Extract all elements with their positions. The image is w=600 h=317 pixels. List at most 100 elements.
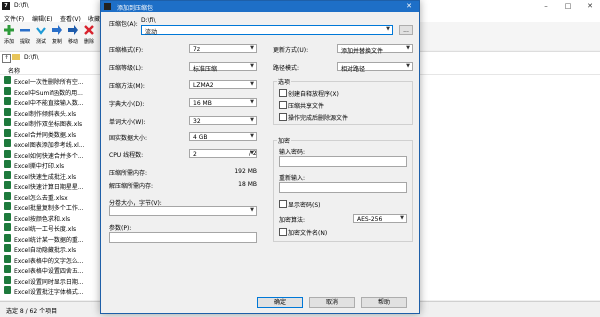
move-button[interactable]: 移动 xyxy=(66,25,80,45)
excel-file-icon xyxy=(4,149,11,158)
excel-file-icon xyxy=(4,97,11,105)
solid-block-label: 固实数据大小: xyxy=(109,135,148,142)
file-list-item[interactable]: Excel怎么去重.xlsx xyxy=(4,191,114,201)
word-size-combo[interactable]: 32 ▼ xyxy=(189,116,257,125)
chevron-down-icon: ▼ xyxy=(386,26,390,32)
archive-name-combo[interactable]: 流动 ▼ xyxy=(141,25,393,36)
file-list-item[interactable]: excel图表添加参考线.xl... xyxy=(4,138,114,148)
file-list-item[interactable]: Excel一次性删除所有空... xyxy=(4,75,114,85)
file-list-item[interactable]: Excel自动隐藏批示.xls xyxy=(4,243,114,253)
chevron-down-icon: ▼ xyxy=(250,81,254,87)
file-list-item[interactable]: Excel合并同类数据.xls xyxy=(4,128,114,138)
dialog-app-icon xyxy=(104,3,111,10)
format-combo[interactable]: 7z ▼ xyxy=(189,44,257,53)
file-list-item[interactable]: Excel批量复制多个工作... xyxy=(4,201,114,211)
extract-icon xyxy=(20,25,30,35)
ok-button[interactable]: 确定 xyxy=(257,297,303,308)
update-mode-label: 更新方式(U): xyxy=(273,47,309,54)
file-list-item[interactable]: Excel统计某一数据的重... xyxy=(4,233,114,243)
file-name: Excel批量复制多个工作... xyxy=(14,205,84,211)
file-list-item[interactable]: Excel撕中打印.xls xyxy=(4,159,114,169)
help-button[interactable]: 帮助 xyxy=(361,297,407,308)
file-list-item[interactable]: Excel制作双坐标图表.xls xyxy=(4,117,114,127)
chevron-down-icon: ▼ xyxy=(400,215,404,221)
file-list-item[interactable]: Excel统一工号长度.xls xyxy=(4,222,114,232)
file-name: Excel合并同类数据.xls xyxy=(14,131,77,138)
add-icon xyxy=(4,25,14,35)
excel-file-icon xyxy=(4,128,11,137)
file-name: Excel制作双坐标图表.xls xyxy=(14,121,83,127)
up-folder-icon[interactable]: ↑ xyxy=(2,54,11,63)
file-list-item[interactable]: Excel制作倾斜表头.xls xyxy=(4,107,114,117)
excel-file-icon xyxy=(4,160,11,168)
file-list-item[interactable]: Excel中不能直接输入数... xyxy=(4,96,114,106)
file-name: Excel如何快速合并多个... xyxy=(14,152,84,159)
status-text: 选定 8 / 62 个项目 xyxy=(6,308,58,315)
file-list-item[interactable]: Excel设置批注字体格式... xyxy=(4,285,114,295)
parameters-input[interactable] xyxy=(109,232,257,243)
password-input[interactable] xyxy=(279,156,407,167)
chevron-down-icon: ▼ xyxy=(250,133,254,139)
close-icon[interactable]: ✕ xyxy=(580,0,600,12)
cancel-button[interactable]: 取消 xyxy=(309,297,355,308)
extract-button[interactable]: 提取 xyxy=(18,25,32,45)
chevron-down-icon: ▼ xyxy=(250,117,254,123)
threads-label: CPU 线程数: xyxy=(109,152,144,159)
file-name: Excel统计某一数据的重... xyxy=(14,236,84,243)
address-path[interactable]: D:\fi\ xyxy=(24,54,38,61)
path-mode-label: 路径模式: xyxy=(273,65,300,72)
chevron-down-icon: ▼ xyxy=(250,45,254,51)
maximize-icon[interactable]: □ xyxy=(558,0,578,12)
file-name: Excel自动隐藏批示.xls xyxy=(14,247,77,253)
file-name: Excel设置批注字体格式... xyxy=(14,289,84,295)
test-icon xyxy=(36,25,46,35)
file-name: Excel怎么去重.xlsx xyxy=(14,194,68,201)
minimize-icon[interactable]: – xyxy=(536,0,556,12)
excel-file-icon xyxy=(4,76,11,84)
file-list-item[interactable]: Excel如何快速合并多个... xyxy=(4,149,114,159)
excel-file-icon xyxy=(4,244,11,252)
copy-icon xyxy=(52,25,62,35)
file-list-item[interactable]: Excel按颜色求和.xls xyxy=(4,212,114,222)
dictionary-combo[interactable]: 16 MB ▼ xyxy=(189,98,257,107)
path-mode-combo[interactable]: 相对路径 ▼ xyxy=(337,62,413,73)
excel-file-icon xyxy=(4,139,11,147)
excel-file-icon xyxy=(4,265,11,273)
encryption-method-combo[interactable]: AES-256 ▼ xyxy=(353,214,407,223)
threads-combo[interactable]: 2 ▼ xyxy=(189,149,257,158)
excel-file-icon xyxy=(4,233,11,242)
excel-file-icon xyxy=(4,170,11,179)
file-list-item[interactable]: Excel设置同时显示日期... xyxy=(4,275,114,285)
excel-file-icon xyxy=(4,254,11,263)
file-list-item[interactable]: Excel快速计算日期星星... xyxy=(4,180,114,190)
test-button[interactable]: 测试 xyxy=(34,25,48,45)
solid-block-combo[interactable]: 4 GB ▼ xyxy=(189,132,257,141)
file-list-item[interactable]: Excel中Sumif函数的用... xyxy=(4,86,114,96)
mem-compress-label: 压缩所需内存: xyxy=(109,170,148,177)
chevron-down-icon: ▼ xyxy=(250,63,254,69)
excel-file-icon xyxy=(4,223,11,231)
archive-label: 压缩包(A): xyxy=(109,21,138,28)
mem-compress-value: 192 MB xyxy=(234,168,257,175)
reenter-password-input[interactable] xyxy=(279,182,407,193)
file-list-item[interactable]: Excel表格中的文字怎么... xyxy=(4,254,114,264)
7zip-app-icon: 7 xyxy=(2,2,10,10)
method-combo[interactable]: LZMA2 ▼ xyxy=(189,80,257,89)
delete-button[interactable]: 删除 xyxy=(82,25,96,45)
browse-button[interactable]: ... xyxy=(399,25,413,35)
copy-button[interactable]: 复制 xyxy=(50,25,64,45)
chevron-down-icon: ▼ xyxy=(250,99,254,105)
add-button[interactable]: 添加 xyxy=(2,25,16,45)
update-mode-combo[interactable]: 添加并替换文件 ▼ xyxy=(337,44,413,55)
file-name: Excel中Sumif函数的用... xyxy=(14,89,83,96)
archive-path: D:\fi\ xyxy=(141,17,156,24)
file-list-item[interactable]: Excel快速生成批注.xls xyxy=(4,170,114,180)
level-combo[interactable]: 标准压缩 ▼ xyxy=(189,62,257,73)
excel-file-icon xyxy=(4,212,11,221)
file-list-item[interactable]: Excel表格中设置四舍五... xyxy=(4,264,114,274)
encryption-title: 加密 xyxy=(277,136,292,145)
split-volume-combo[interactable]: ▼ xyxy=(109,206,257,216)
dialog-close-icon[interactable]: ✕ xyxy=(401,1,417,12)
chevron-down-icon: ▼ xyxy=(406,63,410,69)
word-size-label: 单词大小(W): xyxy=(109,119,146,126)
